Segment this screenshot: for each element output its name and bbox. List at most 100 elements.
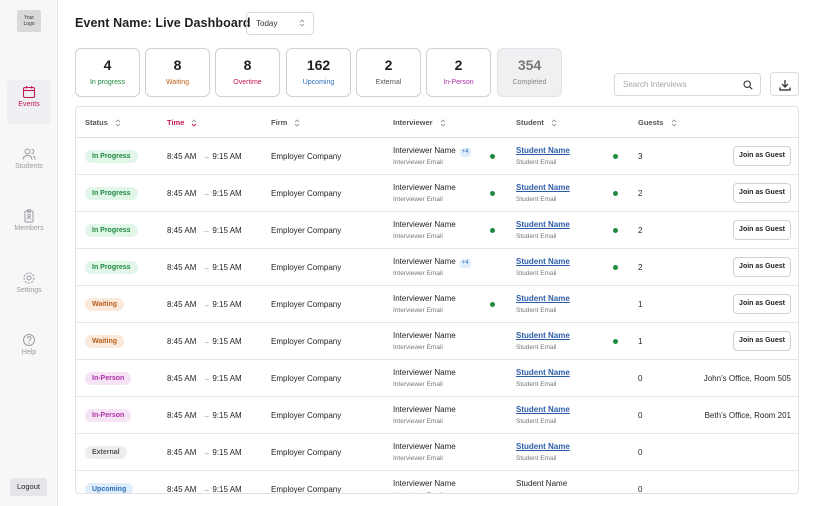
join-as-guest-button[interactable]: Join as Guest <box>733 220 791 240</box>
column-header-interviewer[interactable]: Interviewer <box>393 118 446 128</box>
table-row[interactable]: Waiting 8:45 AM → 9:15 AM Employer Company In… <box>76 323 798 360</box>
interviewer-email: Interviewer Email <box>393 492 443 493</box>
logo: Your Logo <box>17 10 41 32</box>
additional-interviewers-badge[interactable]: +4 <box>459 259 471 268</box>
column-header-firm[interactable]: Firm <box>271 118 300 128</box>
arrow-right-icon: → <box>202 263 211 272</box>
sidebar-item-students[interactable]: Students <box>7 142 51 186</box>
stat-count: 4 <box>103 57 112 73</box>
search-icon[interactable] <box>743 80 753 90</box>
sidebar-item-members[interactable]: Members <box>7 204 51 248</box>
stat-card-upcoming[interactable]: 162 Upcoming <box>286 48 351 97</box>
join-as-guest-button[interactable]: Join as Guest <box>733 257 791 277</box>
interviewer-name-text: Interviewer Name <box>393 479 456 488</box>
column-header-time[interactable]: Time <box>167 118 197 128</box>
table-row[interactable]: In Progress 8:45 AM → 9:15 AM Employer Compa… <box>76 212 798 249</box>
column-label: Student <box>516 118 544 127</box>
start-time: 8:45 AM <box>167 189 197 198</box>
sidebar-item-help[interactable]: Help <box>7 328 51 372</box>
table-row[interactable]: Waiting 8:45 AM → 9:15 AM Employer Company In… <box>76 286 798 323</box>
stat-label: Overtime <box>233 79 262 86</box>
search-input[interactable]: Search Interviews <box>614 73 761 96</box>
student-name-link[interactable]: Student Name <box>516 183 570 192</box>
download-button[interactable] <box>770 72 799 96</box>
column-header-guests[interactable]: Guests <box>638 118 677 128</box>
column-label: Guests <box>638 118 664 127</box>
logout-button[interactable]: Logout <box>10 478 47 496</box>
time-range: 8:45 AM → 9:15 AM <box>167 337 242 346</box>
interviewer-name: Interviewer Name <box>393 294 456 303</box>
stat-count: 8 <box>243 57 252 73</box>
join-as-guest-button[interactable]: Join as Guest <box>733 183 791 203</box>
sidebar: Your Logo Events Students Members Settin… <box>0 0 58 506</box>
status-badge: In Progress <box>85 150 138 163</box>
start-time: 8:45 AM <box>167 152 197 161</box>
column-header-student[interactable]: Student <box>516 118 557 128</box>
status-badge: In Progress <box>85 224 138 237</box>
additional-interviewers-badge[interactable]: +4 <box>459 148 471 157</box>
arrow-right-icon: → <box>202 226 211 235</box>
logo-text-line2: Logo <box>23 21 35 27</box>
student-name-link[interactable]: Student Name <box>516 220 570 229</box>
student-name-link[interactable]: Student Name <box>516 331 570 340</box>
sidebar-item-settings[interactable]: Settings <box>7 266 51 310</box>
sidebar-item-events[interactable]: Events <box>7 80 51 124</box>
start-time: 8:45 AM <box>167 485 197 494</box>
student-name-link[interactable]: Student Name <box>516 442 570 451</box>
firm-name: Employer Company <box>271 226 342 235</box>
column-header-status[interactable]: Status <box>85 118 121 128</box>
student-name-link[interactable]: Student Name <box>516 294 570 303</box>
interviewer-email: Interviewer Email <box>393 418 443 425</box>
time-range: 8:45 AM → 9:15 AM <box>167 189 242 198</box>
interviewer-email: Interviewer Email <box>393 196 443 203</box>
guest-count: 0 <box>638 411 643 420</box>
join-as-guest-button[interactable]: Join as Guest <box>733 146 791 166</box>
time-range: 8:45 AM → 9:15 AM <box>167 485 242 494</box>
student-name-link[interactable]: Student Name <box>516 368 570 377</box>
stat-card-in-person[interactable]: 2 In-Person <box>426 48 491 97</box>
interviewer-name-text: Interviewer Name <box>393 294 456 303</box>
interviewer-name: Interviewer Name <box>393 183 456 192</box>
interviewer-name: Interviewer Name <box>393 442 456 451</box>
sort-updown-icon <box>299 19 305 27</box>
end-time: 9:15 AM <box>212 337 242 346</box>
stat-card-in-progress[interactable]: 4 In progress <box>75 48 140 97</box>
stat-card-waiting[interactable]: 8 Waiting <box>145 48 210 97</box>
guest-count: 0 <box>638 485 643 494</box>
time-range: 8:45 AM → 9:15 AM <box>167 300 242 309</box>
join-as-guest-button[interactable]: Join as Guest <box>733 331 791 351</box>
interviewer-name: Interviewer Name <box>393 405 456 414</box>
join-as-guest-button[interactable]: Join as Guest <box>733 294 791 314</box>
interviewer-email: Interviewer Email <box>393 159 443 166</box>
interviewer-online-indicator <box>490 302 495 307</box>
interviewer-name-text: Interviewer Name <box>393 183 456 192</box>
student-online-indicator <box>613 228 618 233</box>
end-time: 9:15 AM <box>212 189 242 198</box>
table-row[interactable]: In Progress 8:45 AM → 9:15 AM Employer Compa… <box>76 138 798 175</box>
stat-card-completed[interactable]: 354 Completed <box>497 48 562 97</box>
table-row[interactable]: In Progress 8:45 AM → 9:15 AM Employer Compa… <box>76 249 798 286</box>
table-row[interactable]: Upcoming 8:45 AM → 9:15 AM Employer Company I… <box>76 471 798 494</box>
student-name-link[interactable]: Student Name <box>516 479 567 488</box>
table-row[interactable]: In-Person 8:45 AM → 9:15 AM Employer Company… <box>76 397 798 434</box>
student-email: Student Email <box>516 233 557 240</box>
student-name-link[interactable]: Student Name <box>516 257 570 266</box>
student-email: Student Email <box>516 307 557 314</box>
users-icon <box>22 148 36 160</box>
stat-count: 2 <box>454 57 463 73</box>
table-row[interactable]: External 8:45 AM → 9:15 AM Employer Company I… <box>76 434 798 471</box>
table-row[interactable]: In Progress 8:45 AM → 9:15 AM Employer Compa… <box>76 175 798 212</box>
stat-count: 354 <box>517 57 542 73</box>
status-badge: Waiting <box>85 298 125 311</box>
stat-card-overtime[interactable]: 8 Overtime <box>215 48 280 97</box>
interviewer-name: Interviewer Name <box>393 331 456 340</box>
time-range: 8:45 AM → 9:15 AM <box>167 448 242 457</box>
table-row[interactable]: In-Person 8:45 AM → 9:15 AM Employer Company… <box>76 360 798 397</box>
student-name-link[interactable]: Student Name <box>516 146 570 155</box>
stat-card-external[interactable]: 2 External <box>356 48 421 97</box>
start-time: 8:45 AM <box>167 226 197 235</box>
guest-count: 2 <box>638 226 643 235</box>
student-name-link[interactable]: Student Name <box>516 405 570 414</box>
interviewer-email: Interviewer Email <box>393 381 443 388</box>
date-filter-select[interactable]: Today <box>246 12 314 35</box>
